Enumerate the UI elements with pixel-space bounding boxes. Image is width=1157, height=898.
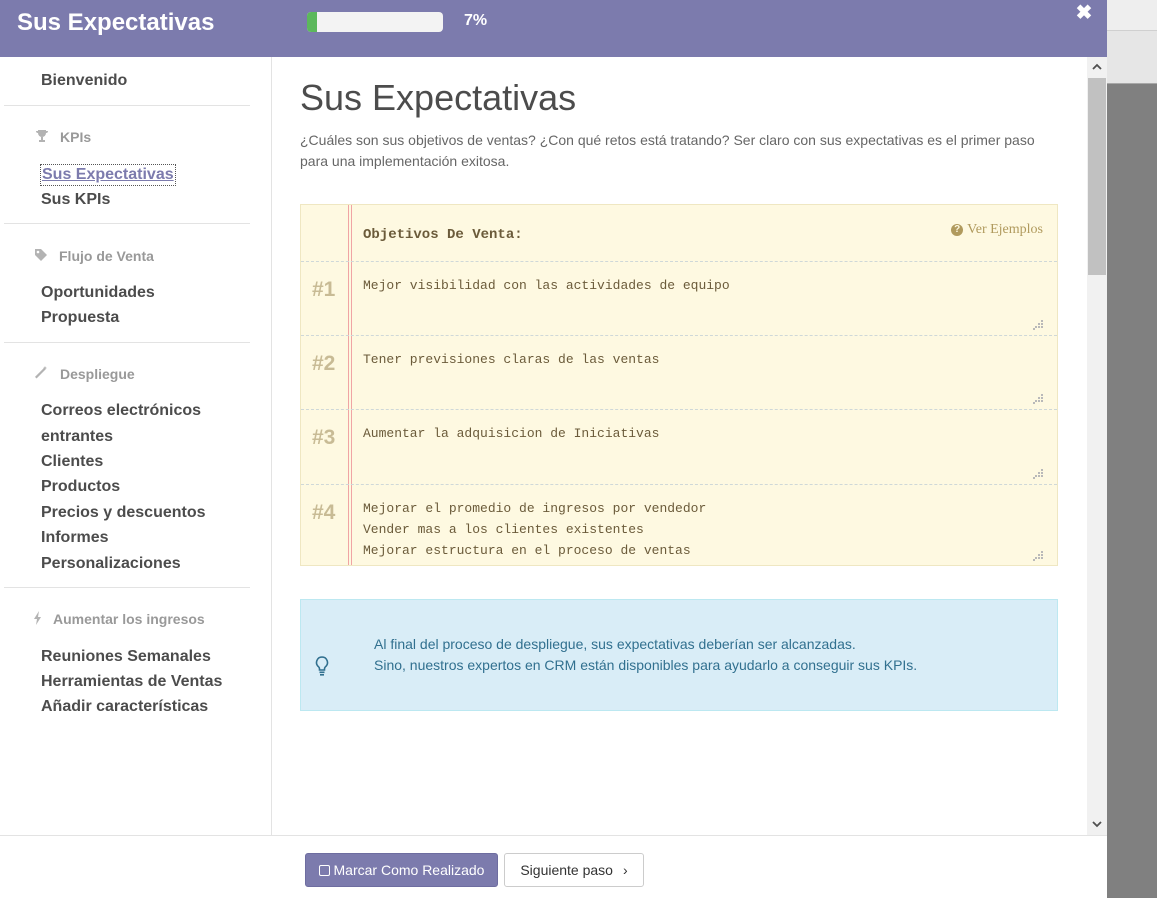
sidebar-item-correos[interactable]: Correos electrónicos (41, 402, 201, 420)
divider (4, 105, 250, 106)
resize-handle-icon[interactable] (1033, 551, 1043, 561)
backdrop-toolbar (1107, 0, 1157, 31)
sidebar-item-sus-kpis[interactable]: Sus KPIs (41, 191, 110, 209)
see-examples-label: Ver Ejemplos (967, 222, 1043, 237)
dialog-footer: Marcar Como Realizado Siguiente paso › (0, 835, 1107, 898)
backdrop-panel (1107, 31, 1157, 84)
divider (4, 342, 250, 343)
section-kpis: KPIs (60, 129, 92, 145)
dialog-header: Sus Expectativas 7% ✖ (0, 0, 1107, 57)
page-title: Sus Expectativas (300, 77, 577, 118)
mark-as-done-label: Marcar Como Realizado (333, 862, 485, 878)
checkbox-icon (318, 864, 330, 876)
tag-icon (34, 248, 48, 262)
page-backdrop (1107, 0, 1157, 897)
sales-goals-notebook: Objetivos De Venta: ? Ver Ejemplos #1 Mej… (300, 204, 1058, 566)
sidebar-item-propuesta[interactable]: Propuesta (41, 309, 119, 327)
main-content: Sus Expectativas ¿Cuáles son sus objetiv… (272, 57, 1087, 835)
question-icon: ? (951, 224, 964, 236)
divider (4, 223, 250, 224)
divider (4, 587, 250, 588)
resize-handle-icon[interactable] (1033, 394, 1043, 404)
sidebar-item-oportunidades[interactable]: Oportunidades (41, 284, 155, 302)
progress-label: 7% (464, 12, 488, 29)
planner-dialog: Sus Expectativas 7% ✖ Bienvenido KPIs Su… (0, 0, 1107, 898)
sidebar-item-anadir[interactable]: Añadir características (41, 698, 208, 716)
section-aumentar-ingresos: Aumentar los ingresos (53, 611, 205, 627)
sidebar-item-informes[interactable]: Informes (41, 529, 109, 547)
resize-handle-icon[interactable] (1033, 469, 1043, 479)
goal-row[interactable]: #4 Mejorar el promedio de ingresos por v… (301, 484, 1057, 566)
info-alert: Al final del proceso de despliegue, sus … (300, 599, 1058, 711)
alert-line-1: Al final del proceso de despliegue, sus … (374, 636, 856, 652)
sidebar-item-correos-entrantes[interactable]: entrantes (41, 428, 113, 446)
progress-bar (307, 12, 443, 32)
alert-text: Al final del proceso de despliegue, sus … (374, 634, 917, 676)
trophy-icon (35, 129, 49, 143)
goal-text[interactable]: Tener previsiones claras de las ventas (363, 349, 1023, 370)
magic-wand-icon (34, 366, 48, 380)
next-step-button[interactable]: Siguiente paso › (504, 853, 644, 887)
section-flujo-de-venta: Flujo de Venta (59, 248, 154, 264)
goal-number: #3 (312, 426, 336, 449)
progress-fill (307, 12, 317, 32)
goal-row[interactable]: #3 Aumentar la adquisicion de Iniciativa… (301, 409, 1057, 484)
dialog-title: Sus Expectativas (17, 9, 215, 36)
sidebar-item-personalizaciones[interactable]: Personalizaciones (41, 555, 181, 573)
scroll-down-arrow-icon[interactable] (1087, 815, 1107, 835)
goal-text[interactable]: Mejorar el promedio de ingresos por vend… (363, 498, 1023, 561)
sidebar-item-productos[interactable]: Productos (41, 478, 120, 496)
content-scrollbar[interactable] (1087, 57, 1107, 835)
sidebar-item-clientes[interactable]: Clientes (41, 453, 103, 471)
goal-number: #1 (312, 278, 336, 301)
sidebar-item-sus-expectativas[interactable]: Sus Expectativas (40, 164, 176, 186)
goal-row[interactable]: #1 Mejor visibilidad con las actividades… (301, 261, 1057, 335)
next-step-label: Siguiente paso (520, 862, 613, 878)
sidebar-item-herramientas[interactable]: Herramientas de Ventas (41, 673, 222, 691)
bolt-icon (33, 611, 47, 625)
goal-number: #2 (312, 352, 336, 375)
goal-text[interactable]: Mejor visibilidad con las actividades de… (363, 275, 1023, 296)
lightbulb-icon (315, 656, 329, 676)
alert-line-2: Sino, nuestros expertos en CRM están dis… (374, 657, 918, 673)
page-lead: ¿Cuáles son sus objetivos de ventas? ¿Co… (300, 132, 1035, 169)
chevron-right-icon: › (622, 862, 628, 878)
section-despliegue: Despliegue (60, 366, 135, 382)
goal-row[interactable]: #2 Tener previsiones claras de las venta… (301, 335, 1057, 409)
sidebar-nav: Bienvenido KPIs Sus Expectativas Sus KPI… (0, 57, 272, 835)
scrollbar-thumb[interactable] (1088, 78, 1106, 275)
goal-text[interactable]: Aumentar la adquisicion de Iniciativas (363, 423, 1023, 444)
sidebar-item-precios[interactable]: Precios y descuentos (41, 504, 206, 522)
notebook-title: Objetivos De Venta: (363, 227, 523, 243)
close-icon[interactable]: ✖ (1073, 2, 1095, 24)
goal-number: #4 (312, 501, 336, 524)
sidebar-item-bienvenido[interactable]: Bienvenido (41, 72, 127, 90)
resize-handle-icon[interactable] (1033, 320, 1043, 330)
see-examples-link[interactable]: ? Ver Ejemplos (951, 222, 1043, 238)
sidebar-item-reuniones[interactable]: Reuniones Semanales (41, 648, 211, 666)
scroll-up-arrow-icon[interactable] (1087, 57, 1107, 77)
mark-as-done-button[interactable]: Marcar Como Realizado (305, 853, 498, 887)
